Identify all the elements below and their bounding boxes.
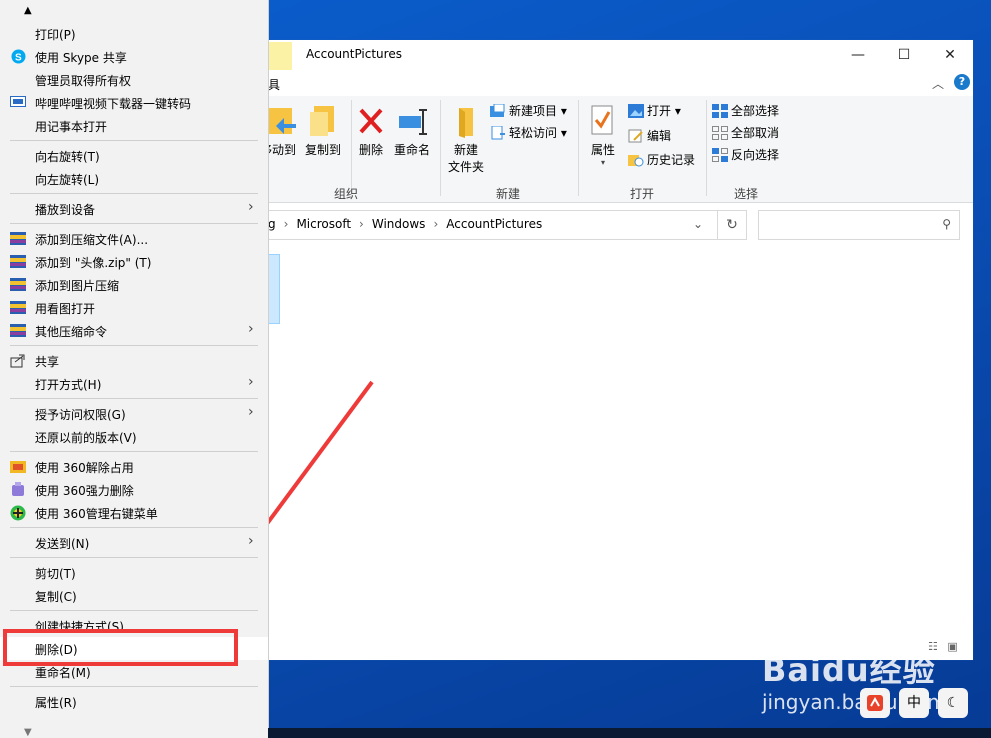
menu-separator xyxy=(10,527,258,528)
menu-item-grant-access[interactable]: 授予访问权限(G) › xyxy=(0,402,268,425)
menu-item-copy[interactable]: 复制(C) xyxy=(0,584,268,607)
menu-item-cast-to-device[interactable]: 播放到设备 › xyxy=(0,197,268,220)
tray-app-icon[interactable] xyxy=(860,688,890,718)
menu-item-cut[interactable]: 剪切(T) xyxy=(0,561,268,584)
submenu-arrow-icon: › xyxy=(248,321,254,337)
menu-item-open-viewer[interactable]: 用看图打开 xyxy=(0,296,268,319)
submenu-arrow-icon: › xyxy=(248,374,254,390)
menu-item-label: 使用 360管理右键菜单 xyxy=(35,507,158,521)
menu-item-label: 还原以前的版本(V) xyxy=(35,431,137,445)
menu-item-label: 用看图打开 xyxy=(35,302,96,316)
menu-item-label: 添加到 "头像.zip" (T) xyxy=(35,256,152,270)
menu-separator xyxy=(10,451,258,452)
menu-item-label: 属性(R) xyxy=(35,696,77,710)
360-delete-icon xyxy=(10,482,26,497)
baidu-watermark: Baidu经验 xyxy=(762,651,936,689)
menu-item-label: 使用 360强力删除 xyxy=(35,484,134,498)
scroll-up-icon[interactable]: ▲ xyxy=(24,5,32,16)
moon-icon[interactable]: ☾ xyxy=(938,688,968,718)
ime-toggle[interactable]: 中 xyxy=(899,688,929,718)
menu-separator xyxy=(10,193,258,194)
winrar-icon xyxy=(10,231,26,246)
menu-item-skype-share[interactable]: S 使用 Skype 共享 xyxy=(0,45,268,68)
360-menu-icon xyxy=(10,505,26,521)
scroll-down-icon[interactable]: ▼ xyxy=(24,727,32,738)
menu-item-label: 向左旋转(L) xyxy=(35,173,100,187)
menu-item-open-with[interactable]: 打开方式(H) › xyxy=(0,372,268,395)
menu-item-other-compress[interactable]: 其他压缩命令 › xyxy=(0,319,268,342)
winrar-icon xyxy=(10,277,26,292)
winrar-icon xyxy=(10,323,26,338)
menu-separator xyxy=(10,223,258,224)
menu-item-label: 使用 Skype 共享 xyxy=(35,51,127,65)
360-unlock-icon xyxy=(10,459,26,474)
menu-item-label: 打开方式(H) xyxy=(35,378,102,392)
menu-item-label: 发送到(N) xyxy=(35,537,90,551)
menu-separator xyxy=(10,557,258,558)
menu-item-label: 用记事本打开 xyxy=(35,120,108,134)
menu-item-360-unlock[interactable]: 使用 360解除占用 xyxy=(0,455,268,478)
menu-item-rotate-left[interactable]: 向左旋转(L) xyxy=(0,167,268,190)
winrar-icon xyxy=(10,254,26,269)
winrar-icon xyxy=(10,300,26,315)
menu-item-take-ownership[interactable]: 管理员取得所有权 xyxy=(0,68,268,91)
menu-item-label: 管理员取得所有权 xyxy=(35,74,132,88)
menu-item-restore-versions[interactable]: 还原以前的版本(V) xyxy=(0,425,268,448)
menu-separator xyxy=(10,140,258,141)
menu-item-open-notepad[interactable]: 用记事本打开 xyxy=(0,114,268,137)
menu-item-share[interactable]: 共享 xyxy=(0,349,268,372)
menu-item-send-to[interactable]: 发送到(N) › xyxy=(0,531,268,554)
menu-item-label: 重命名(M) xyxy=(35,666,91,680)
menu-item-label: 使用 360解除占用 xyxy=(35,461,134,475)
share-icon xyxy=(10,353,26,368)
menu-item-label: 播放到设备 xyxy=(35,203,96,217)
menu-separator xyxy=(10,345,258,346)
menu-item-label: 哔哩哔哩视频下载器一键转码 xyxy=(35,97,192,111)
menu-item-add-to-zip[interactable]: 添加到 "头像.zip" (T) xyxy=(0,250,268,273)
svg-text:S: S xyxy=(15,53,22,64)
menu-item-360-force-delete[interactable]: 使用 360强力删除 xyxy=(0,478,268,501)
menu-item-rotate-right[interactable]: 向右旋转(T) xyxy=(0,144,268,167)
menu-item-label: 授予访问权限(G) xyxy=(35,408,126,422)
menu-item-properties[interactable]: 属性(R) xyxy=(0,690,268,713)
menu-item-label: 添加到图片压缩 xyxy=(35,279,120,293)
menu-item-label: 添加到压缩文件(A)... xyxy=(35,233,149,247)
taskbar xyxy=(268,728,991,738)
context-menu: ▲ 打印(P) S 使用 Skype 共享 管理员取得所有权 哔哩哔哩视频下载器… xyxy=(0,0,269,738)
menu-item-360-manage-menu[interactable]: 使用 360管理右键菜单 xyxy=(0,501,268,524)
submenu-arrow-icon: › xyxy=(248,404,254,420)
menu-item-label: 共享 xyxy=(35,355,60,369)
menu-item-bilibili-convert[interactable]: 哔哩哔哩视频下载器一键转码 xyxy=(0,91,268,114)
menu-separator xyxy=(10,398,258,399)
menu-item-label: 其他压缩命令 xyxy=(35,325,108,339)
submenu-arrow-icon: › xyxy=(248,533,254,549)
menu-item-label: 剪切(T) xyxy=(35,567,76,581)
menu-separator xyxy=(10,686,258,687)
menu-item-add-to-archive[interactable]: 添加到压缩文件(A)... xyxy=(0,227,268,250)
delete-highlight-box xyxy=(3,629,238,666)
menu-separator xyxy=(10,610,258,611)
menu-item-label: 向右旋转(T) xyxy=(35,150,100,164)
menu-item-image-compress[interactable]: 添加到图片压缩 xyxy=(0,273,268,296)
menu-item-print[interactable]: 打印(P) xyxy=(0,22,268,45)
menu-item-label: 复制(C) xyxy=(35,590,77,604)
bilibili-icon xyxy=(10,95,26,110)
skype-icon: S xyxy=(10,49,26,64)
menu-item-label: 打印(P) xyxy=(35,28,76,42)
submenu-arrow-icon: › xyxy=(248,199,254,215)
